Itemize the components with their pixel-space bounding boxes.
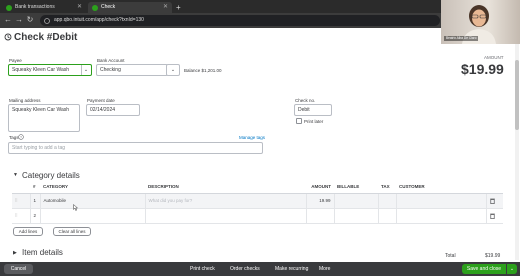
column-header-description: DESCRIPTION [145,181,306,194]
table-row[interactable]: ⁞⁞ 1 Automobile What did you pay for? 19… [12,193,503,209]
drag-handle-icon[interactable]: ⁞⁞ [12,193,31,209]
bank-account-value: Checking [100,67,121,73]
row-number: 2 [30,208,41,224]
help-icon[interactable]: ? [18,134,24,140]
check-no-value: Debit [298,107,310,113]
tax-cell[interactable] [378,193,397,209]
site-info-icon[interactable] [44,18,50,24]
tags-input[interactable]: Start typing to add a tag [8,142,263,154]
payment-date-label: Payment date [87,98,115,103]
column-header-tax: TAX [378,181,396,194]
svg-text:?: ? [20,135,22,139]
billable-cell[interactable] [334,193,379,209]
mailing-address-value: Squeaky Kleen Car Wash [12,107,70,113]
make-recurring-button[interactable]: Make recurring [275,262,308,276]
forward-icon[interactable]: → [14,15,24,25]
chevron-down-icon[interactable]: ⌄ [507,264,517,274]
description-cell[interactable]: What did you pay for? [145,193,307,209]
participant-name: Beatrix Alba De Claro [444,36,479,41]
drag-handle-icon[interactable]: ⁞⁞ [12,208,31,224]
column-header-amount: AMOUNT [306,181,334,194]
customer-cell[interactable] [396,193,487,209]
trash-icon[interactable] [489,198,495,204]
table-row[interactable]: ⁞⁞ 2 [12,208,503,224]
delete-column-header [486,181,503,194]
mailing-address-label: Mailing address [9,98,41,103]
row-number: 1 [30,193,41,209]
url-text: app.qbo.intuit.com/app/check?txnId=130 [54,17,144,23]
tab-check[interactable]: Check ✕ [88,2,172,13]
delete-row-cell[interactable] [486,208,503,224]
video-call-overlay: Beatrix Alba De Claro [441,0,520,44]
bank-account-label: Bank Account [97,58,125,63]
total-label: Total [445,253,456,259]
amount-cell[interactable] [306,208,335,224]
form-footer: Cancel Print check Order checks Make rec… [0,262,520,276]
column-header-customer: CUSTOMER [396,181,486,194]
check-form-page: Check #Debit Payee Squeaky Kleen Car Was… [0,28,520,262]
drag-column-header [12,181,30,194]
billable-cell[interactable] [334,208,379,224]
balance-text: Balance $1,201.00 [184,68,222,73]
chevron-down-icon[interactable]: ⌄ [81,65,90,75]
back-icon[interactable]: ← [3,15,13,25]
check-no-field[interactable]: Debit [294,104,332,116]
amount-value: $19.99 [461,61,504,77]
clear-all-lines-button[interactable]: Clear all lines [53,227,91,236]
tax-cell[interactable] [378,208,397,224]
column-header-billable: BILLABLE [334,181,378,194]
chevron-down-icon[interactable]: ⌄ [166,64,180,76]
amount-label: AMOUNT [484,55,504,60]
mailing-address-field[interactable]: Squeaky Kleen Car Wash [8,104,80,132]
category-details-title[interactable]: Category details [22,171,80,180]
quickbooks-favicon-icon [92,5,98,11]
save-and-close-button[interactable]: Save and close [462,264,506,274]
payee-label: Payee [9,58,22,63]
bank-account-select[interactable]: Checking [96,64,168,76]
trash-icon[interactable] [489,213,495,219]
caret-right-icon[interactable]: ▶ [13,250,17,256]
check-no-label: Check no. [295,98,316,103]
tab-bank-transactions[interactable]: Bank transactions ✕ [2,2,86,13]
customer-cell[interactable] [396,208,487,224]
more-button[interactable]: More [319,262,330,276]
mouse-cursor-icon [73,204,78,211]
tab-label: Bank transactions [15,4,55,10]
delete-row-cell[interactable] [486,193,503,209]
amount-cell[interactable]: 19.99 [306,193,335,209]
print-later-checkbox[interactable] [296,118,302,124]
new-tab-button[interactable]: + [174,2,184,13]
tab-label: Check [101,4,116,10]
item-details-title[interactable]: Item details [22,248,63,257]
reload-icon[interactable]: ↻ [25,15,35,25]
payee-value: Squeaky Kleen Car Wash [12,67,70,73]
category-table: # CATEGORY DESCRIPTION AMOUNT BILLABLE T… [12,181,503,224]
history-icon[interactable] [4,33,12,41]
print-check-button[interactable]: Print check [190,262,215,276]
payment-date-value: 02/14/2024 [90,107,116,113]
description-cell[interactable] [145,208,307,224]
payee-select[interactable]: Squeaky Kleen Car Wash ⌄ [8,64,92,76]
quickbooks-favicon-icon [6,5,12,11]
category-cell[interactable] [40,208,146,224]
page-title: Check #Debit [14,32,78,43]
print-later-label: Print later [304,119,324,124]
close-tab-icon[interactable]: ✕ [163,2,168,13]
add-lines-button[interactable]: Add lines [13,227,43,236]
caret-down-icon[interactable]: ▼ [13,172,18,178]
cancel-button[interactable]: Cancel [4,264,33,274]
category-cell[interactable]: Automobile [40,193,146,209]
column-header-category: CATEGORY [40,181,145,194]
close-tab-icon[interactable]: ✕ [77,2,82,13]
manage-tags-link[interactable]: Manage tags [239,135,265,140]
column-header-num: # [30,181,40,194]
total-value: $19.99 [485,253,501,259]
tags-placeholder: Start typing to add a tag [12,145,66,151]
payment-date-field[interactable]: 02/14/2024 [86,104,140,116]
order-checks-button[interactable]: Order checks [230,262,260,276]
scrollbar-thumb[interactable] [515,60,519,130]
url-field[interactable]: app.qbo.intuit.com/app/check?txnId=130 [40,15,440,26]
